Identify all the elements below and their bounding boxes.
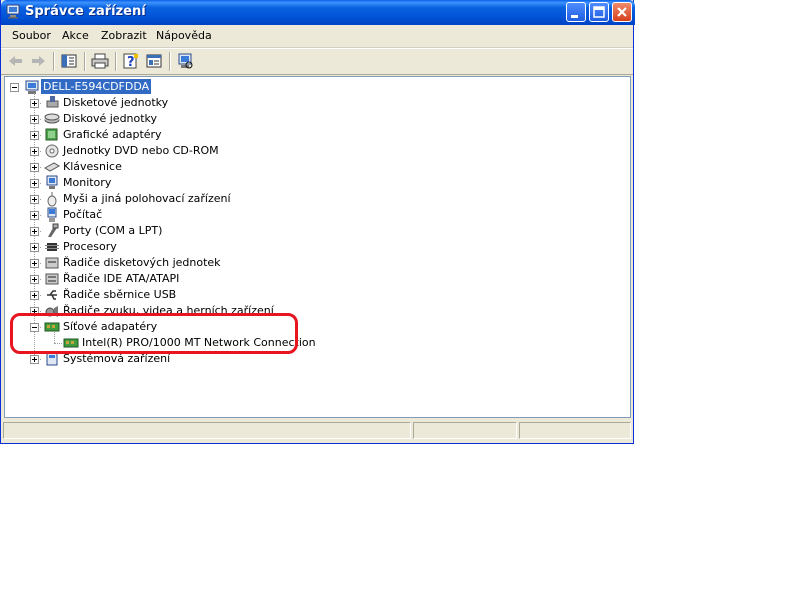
floppy-controller-icon: [44, 255, 60, 271]
keyboard-icon: [44, 159, 60, 175]
tree-item-13[interactable]: Řadiče sběrnice USB: [61, 287, 178, 302]
status-bar: [3, 420, 631, 441]
highlight-annotation: [10, 313, 298, 354]
minimize-button[interactable]: [566, 2, 586, 22]
mouse-icon: [44, 191, 60, 207]
computer-icon: [44, 207, 60, 223]
close-button[interactable]: [612, 2, 632, 22]
scan-hardware-icon[interactable]: [175, 52, 195, 70]
tree-item-7[interactable]: Myši a jiná polohovací zařízení: [61, 191, 233, 206]
show-hide-console-tree-icon[interactable]: [59, 52, 79, 70]
floppy-drive-icon: [44, 95, 60, 111]
tree-item-10[interactable]: Procesory: [61, 239, 119, 254]
svg-text:?: ?: [127, 55, 135, 70]
tree-item-11[interactable]: Řadiče disketových jednotek: [61, 255, 223, 270]
expand-toggle-8[interactable]: [30, 211, 39, 220]
computer-manager-icon: [5, 4, 21, 19]
computer-root-icon: [24, 79, 40, 95]
tree-item-2[interactable]: Diskové jednotky: [61, 111, 159, 126]
expand-toggle-6[interactable]: [30, 179, 39, 188]
status-pane-tertiary: [519, 422, 631, 439]
processor-icon: [44, 239, 60, 255]
properties-icon[interactable]: [144, 52, 164, 70]
expand-toggle-10[interactable]: [30, 243, 39, 252]
expand-toggle-9[interactable]: [30, 227, 39, 236]
disk-drive-icon: [44, 111, 60, 127]
expand-toggle-3[interactable]: [30, 131, 39, 140]
expand-toggle-16[interactable]: [30, 355, 39, 364]
device-manager-window: Správce zařízení Soubor Akce Zobrazit Ná…: [0, 0, 635, 444]
forward-arrow-icon[interactable]: [28, 52, 48, 70]
expand-toggle-5[interactable]: [30, 163, 39, 172]
print-icon[interactable]: [90, 52, 110, 70]
expand-root-toggle[interactable]: [10, 83, 19, 92]
tree-root-computer[interactable]: DELL-E594CDFDDA: [41, 79, 152, 94]
title-bar[interactable]: Správce zařízení: [1, 0, 635, 25]
expand-toggle-7[interactable]: [30, 195, 39, 204]
expand-toggle-1[interactable]: [30, 99, 39, 108]
display-adapter-icon: [44, 127, 60, 143]
menu-akce[interactable]: Akce: [62, 29, 89, 42]
expand-toggle-4[interactable]: [30, 147, 39, 156]
status-pane-secondary: [413, 422, 517, 439]
toolbar: ?: [1, 48, 633, 75]
port-icon: [44, 223, 60, 239]
toolbar-separator: [84, 52, 86, 71]
toolbar-separator: [169, 52, 171, 71]
maximize-button[interactable]: [589, 2, 609, 22]
ide-controller-icon: [44, 271, 60, 287]
tree-item-3[interactable]: Grafické adaptéry: [61, 127, 164, 142]
tree-item-12[interactable]: Řadiče IDE ATA/ATAPI: [61, 271, 181, 286]
status-pane-main: [3, 422, 411, 439]
expand-toggle-12[interactable]: [30, 275, 39, 284]
window-title: Správce zařízení: [25, 4, 146, 19]
tree-item-8[interactable]: Počítač: [61, 207, 104, 222]
menu-zobrazit[interactable]: Zobrazit: [101, 29, 147, 42]
tree-item-6[interactable]: Monitory: [61, 175, 113, 190]
cdrom-icon: [44, 143, 60, 159]
toolbar-separator: [53, 52, 55, 71]
monitor-icon: [44, 175, 60, 191]
expand-toggle-2[interactable]: [30, 115, 39, 124]
usb-icon: [44, 287, 60, 303]
expand-toggle-13[interactable]: [30, 291, 39, 300]
menu-soubor[interactable]: Soubor: [12, 29, 51, 42]
tree-item-5[interactable]: Klávesnice: [61, 159, 124, 174]
tree-item-9[interactable]: Porty (COM a LPT): [61, 223, 164, 238]
tree-item-1[interactable]: Disketové jednotky: [61, 95, 170, 110]
back-arrow-icon[interactable]: [6, 52, 26, 70]
menu-napoveda[interactable]: Nápověda: [156, 29, 212, 42]
toolbar-separator: [115, 52, 117, 71]
expand-toggle-11[interactable]: [30, 259, 39, 268]
tree-item-4[interactable]: Jednotky DVD nebo CD-ROM: [61, 143, 221, 158]
device-tree[interactable]: DELL-E594CDFDDA Disketové jednotky Diskové…: [4, 76, 631, 418]
help-icon[interactable]: ?: [121, 52, 141, 70]
menu-bar: Soubor Akce Zobrazit Nápověda: [1, 25, 633, 48]
